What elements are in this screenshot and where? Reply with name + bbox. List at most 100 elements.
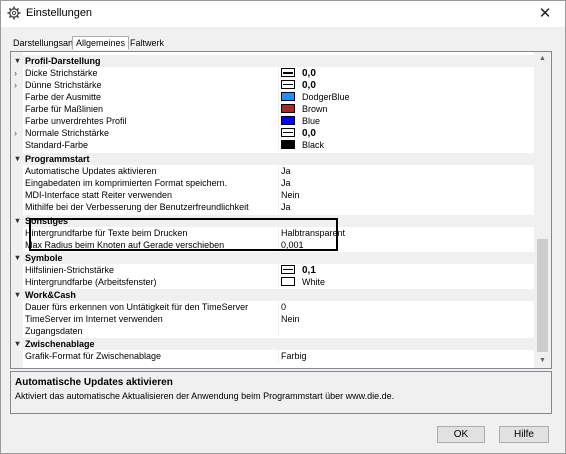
prop-row-hintergrundfarbe-arbeitsfenster[interactable]: Hintergrundfarbe (Arbeitsfenster) White — [11, 276, 535, 288]
prop-row-eingabedaten-komprimiert[interactable]: Eingabedaten im komprimierten Format spe… — [11, 177, 535, 189]
color-swatch — [281, 104, 295, 113]
prop-row-max-radius[interactable]: Max Radius beim Knoten auf Gerade versch… — [11, 239, 535, 251]
prop-row-farbe-ausmitte[interactable]: Farbe der Ausmitte DodgerBlue — [11, 91, 535, 103]
collapse-chevron-icon[interactable]: ▾ — [13, 216, 22, 226]
prop-value[interactable]: 0,0 — [281, 80, 531, 91]
prop-row-farbe-masslinien[interactable]: Farbe für Maßlinien Brown — [11, 103, 535, 115]
category-zwischenablage[interactable]: ▾ Zwischenablage — [11, 338, 535, 350]
prop-value[interactable]: 0,0 — [281, 128, 531, 139]
collapse-chevron-icon[interactable]: ▾ — [13, 253, 22, 263]
category-symbole[interactable]: ▾ Symbole — [11, 252, 535, 264]
prop-row-mithilfe[interactable]: Mithilfe bei der Verbesserung der Benutz… — [11, 201, 535, 213]
prop-name: Farbe für Maßlinien — [25, 104, 104, 114]
prop-value-text: 0,0 — [302, 68, 316, 79]
ok-button[interactable]: OK — [437, 426, 485, 443]
category-programmstart[interactable]: ▾ Programmstart — [11, 153, 535, 165]
prop-value[interactable]: Nein — [281, 190, 531, 200]
prop-row-dicke-strichstaerke[interactable]: › Dicke Strichstärke 0,0 — [11, 67, 535, 79]
column-separator — [278, 79, 279, 91]
category-profil-darstellung[interactable]: ▾ Profil-Darstellung — [11, 55, 535, 67]
line-width-icon — [281, 128, 295, 137]
prop-row-hilfslinien-strichstaerke[interactable]: Hilfslinien-Strichstärke 0,1 — [11, 264, 535, 276]
prop-value-text: Brown — [302, 104, 328, 114]
help-button[interactable]: Hilfe — [499, 426, 549, 443]
color-swatch — [281, 116, 295, 125]
chevron-right-icon[interactable]: › — [14, 80, 22, 90]
prop-value[interactable]: Farbig — [281, 351, 531, 361]
prop-row-standard-farbe[interactable]: Standard-Farbe Black — [11, 139, 535, 151]
prop-value-text: Blue — [302, 116, 321, 126]
title-bar: Einstellungen ✕ — [1, 1, 565, 27]
prop-name: Max Radius beim Knoten auf Gerade versch… — [25, 240, 225, 250]
column-separator — [278, 91, 279, 103]
tab-faltwerk[interactable]: Faltwerk — [127, 37, 167, 50]
category-label: Programmstart — [25, 154, 90, 164]
property-grid: ▾ Profil-Darstellung › Dicke Strichstärk… — [10, 51, 552, 369]
prop-row-normale-strichstaerke[interactable]: › Normale Strichstärke 0,0 — [11, 127, 535, 139]
category-label: Profil-Darstellung — [25, 56, 101, 66]
collapse-chevron-icon[interactable]: ▾ — [13, 56, 22, 66]
prop-name: Hilfslinien-Strichstärke — [25, 265, 115, 275]
gear-icon — [7, 6, 21, 20]
prop-name: Zugangsdaten — [25, 326, 83, 336]
category-sonstiges[interactable]: ▾ Sonstiges — [11, 215, 535, 227]
tab-allgemeines[interactable]: Allgemeines — [72, 36, 130, 50]
prop-row-mdi-interface[interactable]: MDI-Interface statt Reiter verwenden Nei… — [11, 189, 535, 201]
prop-value[interactable]: Ja — [281, 178, 531, 188]
prop-row-hintergrundfarbe-drucken[interactable]: Hintergrundfarbe für Texte beim Drucken … — [11, 227, 535, 239]
prop-row-timeserver-internet[interactable]: TimeServer im Internet verwenden Nein — [11, 313, 535, 325]
column-separator — [278, 350, 279, 362]
prop-value[interactable]: 0,001 — [281, 240, 531, 250]
prop-row-farbe-unverdreht[interactable]: Farbe unverdrehtes Profil Blue — [11, 115, 535, 127]
prop-value[interactable]: Ja — [281, 166, 531, 176]
prop-value[interactable]: White — [281, 277, 531, 287]
prop-value[interactable]: Brown — [281, 104, 531, 114]
prop-row-automatische-updates[interactable]: Automatische Updates aktivieren Ja — [11, 165, 535, 177]
scrollbar-thumb[interactable] — [537, 239, 548, 352]
column-separator — [278, 264, 279, 276]
prop-row-grafik-format[interactable]: Grafik-Format für Zwischenablage Farbig — [11, 350, 535, 362]
prop-value[interactable]: Blue — [281, 116, 531, 126]
prop-value[interactable]: DodgerBlue — [281, 92, 531, 102]
column-separator — [278, 67, 279, 79]
collapse-chevron-icon[interactable]: ▾ — [13, 290, 22, 300]
category-label: Work&Cash — [25, 290, 76, 300]
column-separator — [278, 139, 279, 151]
prop-row-duenne-strichstaerke[interactable]: › Dünne Strichstärke 0,0 — [11, 79, 535, 91]
line-width-icon — [281, 80, 295, 89]
column-separator — [278, 177, 279, 189]
chevron-right-icon[interactable]: › — [14, 68, 22, 78]
prop-row-dauer-untaetigkeit[interactable]: Dauer fürs erkennen von Untätigkeit für … — [11, 301, 535, 313]
prop-value[interactable]: 0,0 — [281, 68, 531, 79]
prop-value[interactable]: Black — [281, 140, 531, 150]
prop-value[interactable]: Halbtransparent — [281, 228, 531, 238]
window-title: Einstellungen — [26, 7, 93, 19]
prop-value[interactable]: 0,1 — [281, 265, 531, 276]
arrow-up-icon[interactable]: ▲ — [534, 52, 551, 66]
column-separator — [278, 239, 279, 251]
prop-value-text: White — [302, 277, 326, 287]
collapse-chevron-icon[interactable]: ▾ — [13, 154, 22, 164]
arrow-down-icon[interactable]: ▼ — [534, 354, 551, 368]
prop-value[interactable]: Ja — [281, 202, 531, 212]
collapse-chevron-icon[interactable]: ▾ — [13, 339, 22, 349]
prop-name: Eingabedaten im komprimierten Format spe… — [25, 178, 228, 188]
prop-name: Hintergrundfarbe für Texte beim Drucken — [25, 228, 188, 238]
category-label: Zwischenablage — [25, 339, 95, 349]
line-width-icon — [281, 265, 295, 274]
prop-name: Hintergrundfarbe (Arbeitsfenster) — [25, 277, 157, 287]
category-work-cash[interactable]: ▾ Work&Cash — [11, 289, 535, 301]
column-separator — [278, 301, 279, 313]
prop-value[interactable]: Nein — [281, 314, 531, 324]
column-separator — [278, 189, 279, 201]
prop-row-zugangsdaten[interactable]: Zugangsdaten — [11, 325, 535, 337]
chevron-right-icon[interactable]: › — [14, 128, 22, 138]
vertical-scrollbar[interactable]: ▲ ▼ — [534, 52, 551, 368]
help-description: Aktiviert das automatische Aktualisieren… — [15, 391, 395, 401]
prop-value-text: Black — [302, 140, 325, 150]
close-icon[interactable]: ✕ — [535, 4, 555, 24]
prop-value-text: 0,0 — [302, 80, 316, 91]
tab-darstellungsart[interactable]: Darstellungsart — [10, 37, 77, 50]
column-separator — [278, 103, 279, 115]
prop-value[interactable]: 0 — [281, 302, 531, 312]
